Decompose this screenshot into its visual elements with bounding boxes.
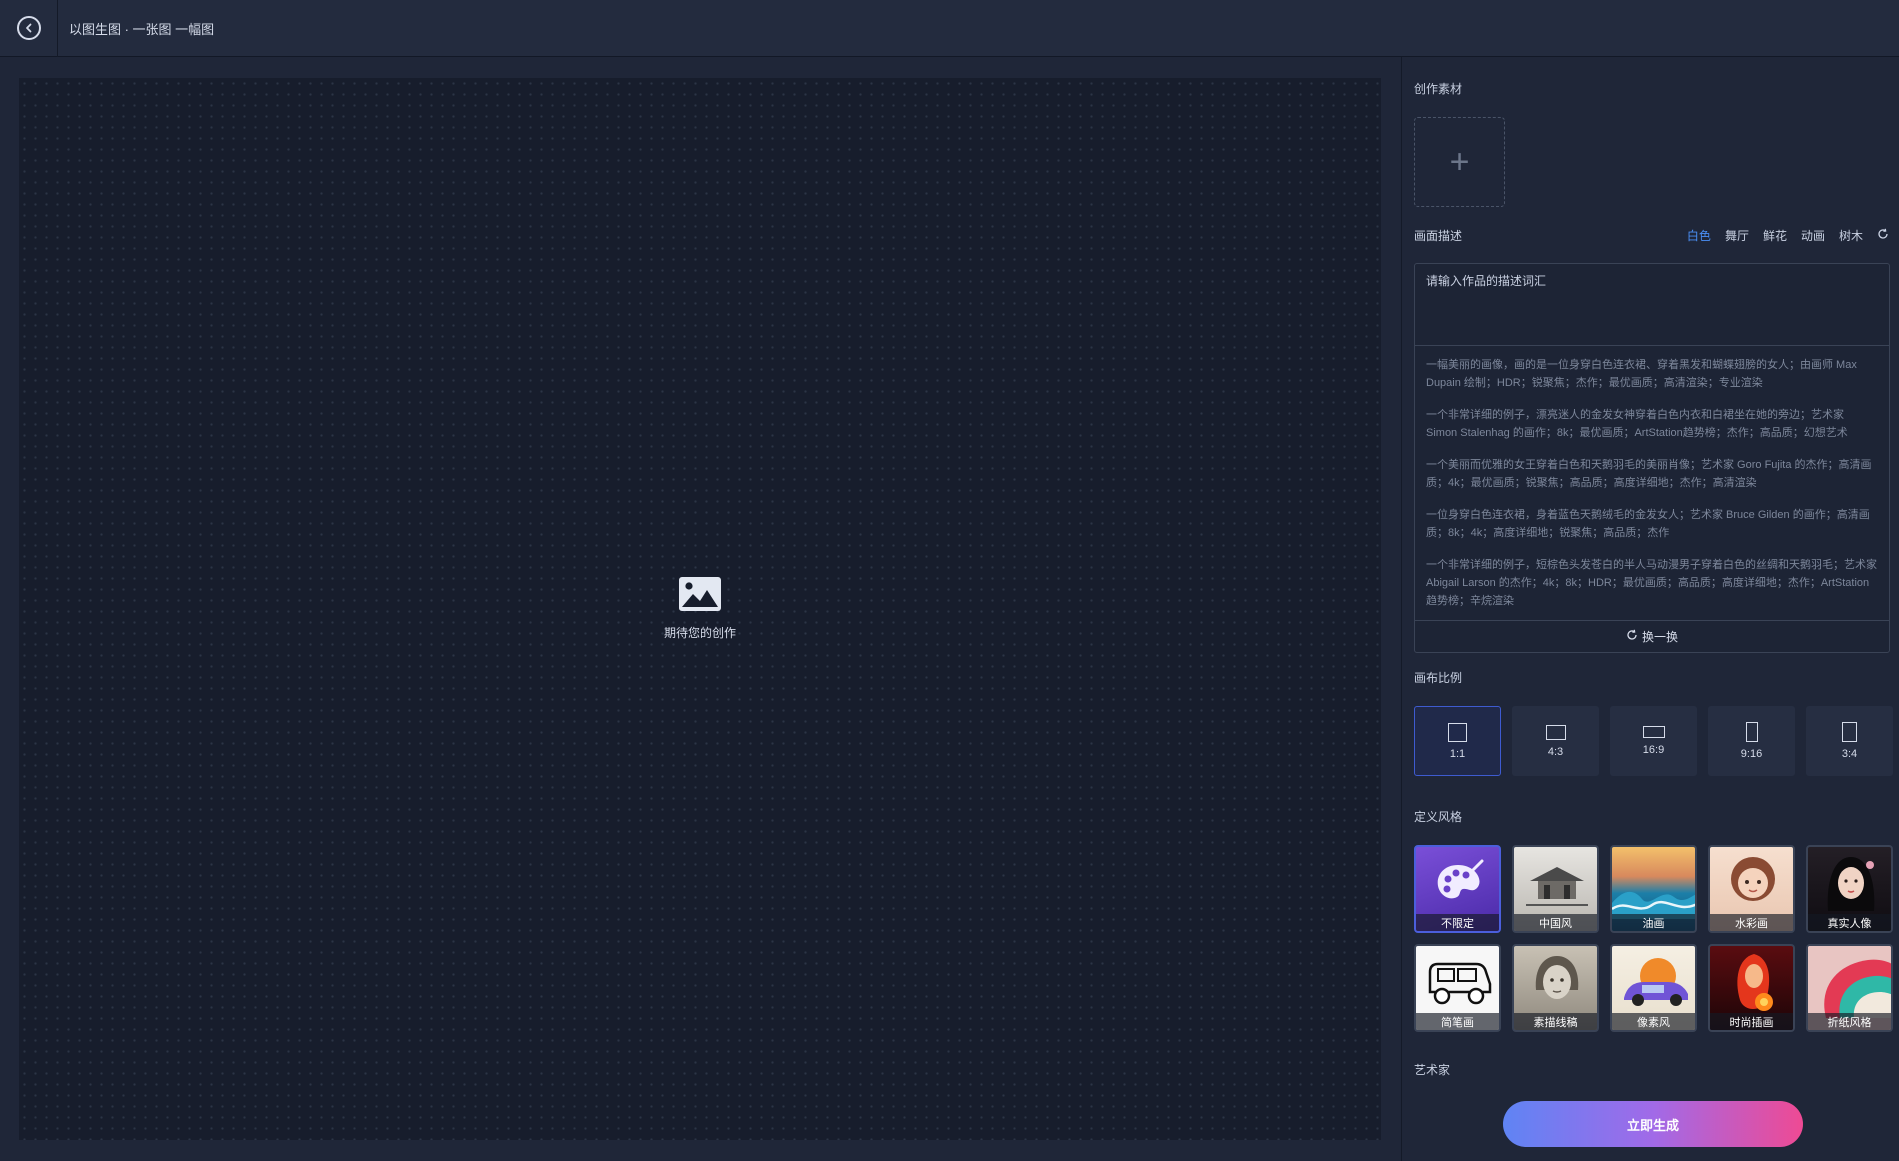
ratio-options: 1:1 4:3 16:9 9:16 3:4 [1414,706,1893,776]
style-option[interactable]: 水彩画 [1708,845,1795,933]
style-option[interactable]: 真实人像 [1806,845,1893,933]
style-label: 折纸风格 [1808,1013,1891,1030]
suggestion-item[interactable]: 一个美丽而优雅的女王穿着白色和天鹅羽毛的美丽肖像；艺术家 Goro Fujita… [1426,456,1878,492]
style-label: 简笔画 [1416,1013,1499,1030]
tag-item[interactable]: 动画 [1801,227,1825,244]
style-grid: 不限定 中国风 油画 水彩画 真实人像 简笔画 素描线稿 像素风 时尚插画 折纸… [1414,845,1894,1032]
refresh-label: 换一换 [1641,630,1678,644]
widescreen-icon [1642,726,1665,738]
ratio-option[interactable]: 9:16 [1708,706,1795,776]
style-option[interactable]: 折纸风格 [1806,944,1893,1032]
portrait-icon [1745,722,1758,742]
ratio-option[interactable]: 16:9 [1610,706,1697,776]
canvas-placeholder: 期待您的创作 [664,577,736,641]
keyword-tags: 白色 舞厅 鲜花 动画 树木 [1687,227,1889,244]
suggestion-item[interactable]: 一幅美丽的画像，画的是一位身穿白色连衣裙、穿着黑发和蝴蝶翅膀的女人；由画师 Ma… [1426,356,1878,392]
tag-item[interactable]: 树木 [1839,227,1863,244]
style-label: 水彩画 [1710,914,1793,931]
ratio-option[interactable]: 1:1 [1414,706,1501,776]
portrait-photo-icon [1822,851,1880,922]
style-option[interactable]: 中国风 [1512,845,1599,933]
style-option[interactable]: 像素风 [1610,944,1697,1032]
refresh-suggestions-button[interactable]: 换一换 [1415,620,1889,652]
style-option[interactable]: 简笔画 [1414,944,1501,1032]
fashion-illustration-icon [1726,950,1782,1021]
plus-icon: + [1449,143,1470,181]
style-label: 时尚插画 [1710,1013,1793,1030]
tag-item[interactable]: 白色 [1687,227,1711,244]
ratio-label: 16:9 [1642,744,1665,756]
description-title: 画面描述 [1414,229,1463,243]
generate-button[interactable]: 立即生成 [1503,1101,1803,1147]
upload-image-button[interactable]: + [1414,117,1505,207]
material-title: 创作素材 [1414,82,1463,96]
refresh-tags-icon[interactable] [1877,228,1889,243]
car-sketch-icon [1424,958,1496,1015]
portrait-icon [1842,722,1857,742]
sketch-portrait-icon [1528,950,1586,1021]
style-label: 真实人像 [1808,914,1891,931]
page-title: 以图生图 · 一张图 一幅图 [69,21,215,37]
style-option[interactable]: 时尚插画 [1708,944,1795,1032]
pixel-car-icon [1618,954,1694,1017]
ratio-label: 9:16 [1740,748,1763,760]
ratio-option[interactable]: 4:3 [1512,706,1599,776]
top-bar: 以图生图 · 一张图 一幅图 [0,0,1899,57]
canvas-area: 期待您的创作 [19,78,1381,1140]
landscape-icon [1545,724,1566,740]
suggestion-item[interactable]: 一个非常详细的例子，短棕色头发苍白的半人马动漫男子穿着白色的丝绸和天鹅羽毛；艺术… [1426,556,1878,610]
description-box: 一幅美丽的画像，画的是一位身穿白色连衣裙、穿着黑发和蝴蝶翅膀的女人；由画师 Ma… [1414,263,1890,653]
placeholder-text: 期待您的创作 [663,626,737,640]
palette-icon [1434,859,1486,910]
suggestion-item[interactable]: 一位身穿白色连衣裙，身着蓝色天鹅绒毛的金发女人；艺术家 Bruce Gilden… [1426,506,1878,542]
tag-item[interactable]: 舞厅 [1725,227,1749,244]
suggestion-list: 一幅美丽的画像，画的是一位身穿白色连衣裙、穿着黑发和蝴蝶翅膀的女人；由画师 Ma… [1415,351,1889,619]
suggestion-item[interactable]: 一个非常详细的例子，漂亮迷人的金发女神穿着白色内衣和白裙坐在她的旁边；艺术家 S… [1426,406,1878,442]
artist-title: 艺术家 [1414,1063,1451,1077]
ratio-label: 3:4 [1841,748,1858,760]
back-arrow-icon [16,16,41,40]
style-option[interactable]: 油画 [1610,845,1697,933]
paper-fold-icon [1808,946,1891,1023]
style-label: 不限定 [1416,914,1499,931]
tag-item[interactable]: 鲜花 [1763,227,1787,244]
ratio-label: 1:1 [1449,747,1466,760]
description-input[interactable] [1415,264,1889,346]
style-title: 定义风格 [1414,810,1463,824]
image-icon [678,577,721,616]
refresh-icon [1626,629,1638,644]
ratio-label: 4:3 [1547,745,1564,758]
style-option[interactable]: 不限定 [1414,845,1501,933]
style-option[interactable]: 素描线稿 [1512,944,1599,1032]
ratio-title: 画布比例 [1414,671,1463,685]
ratio-option[interactable]: 3:4 [1806,706,1893,776]
style-label: 像素风 [1612,1013,1695,1030]
style-label: 油画 [1612,914,1695,931]
pavilion-icon [1526,861,1588,914]
settings-panel: 创作素材 + 画面描述 白色 舞厅 鲜花 动画 树木 一幅美丽的画像，画的是一位… [1401,57,1899,1161]
square-icon [1448,722,1467,742]
back-button[interactable] [0,0,58,57]
portrait-illustration-icon [1724,853,1782,920]
style-label: 素描线稿 [1514,1013,1597,1030]
style-label: 中国风 [1514,914,1597,931]
